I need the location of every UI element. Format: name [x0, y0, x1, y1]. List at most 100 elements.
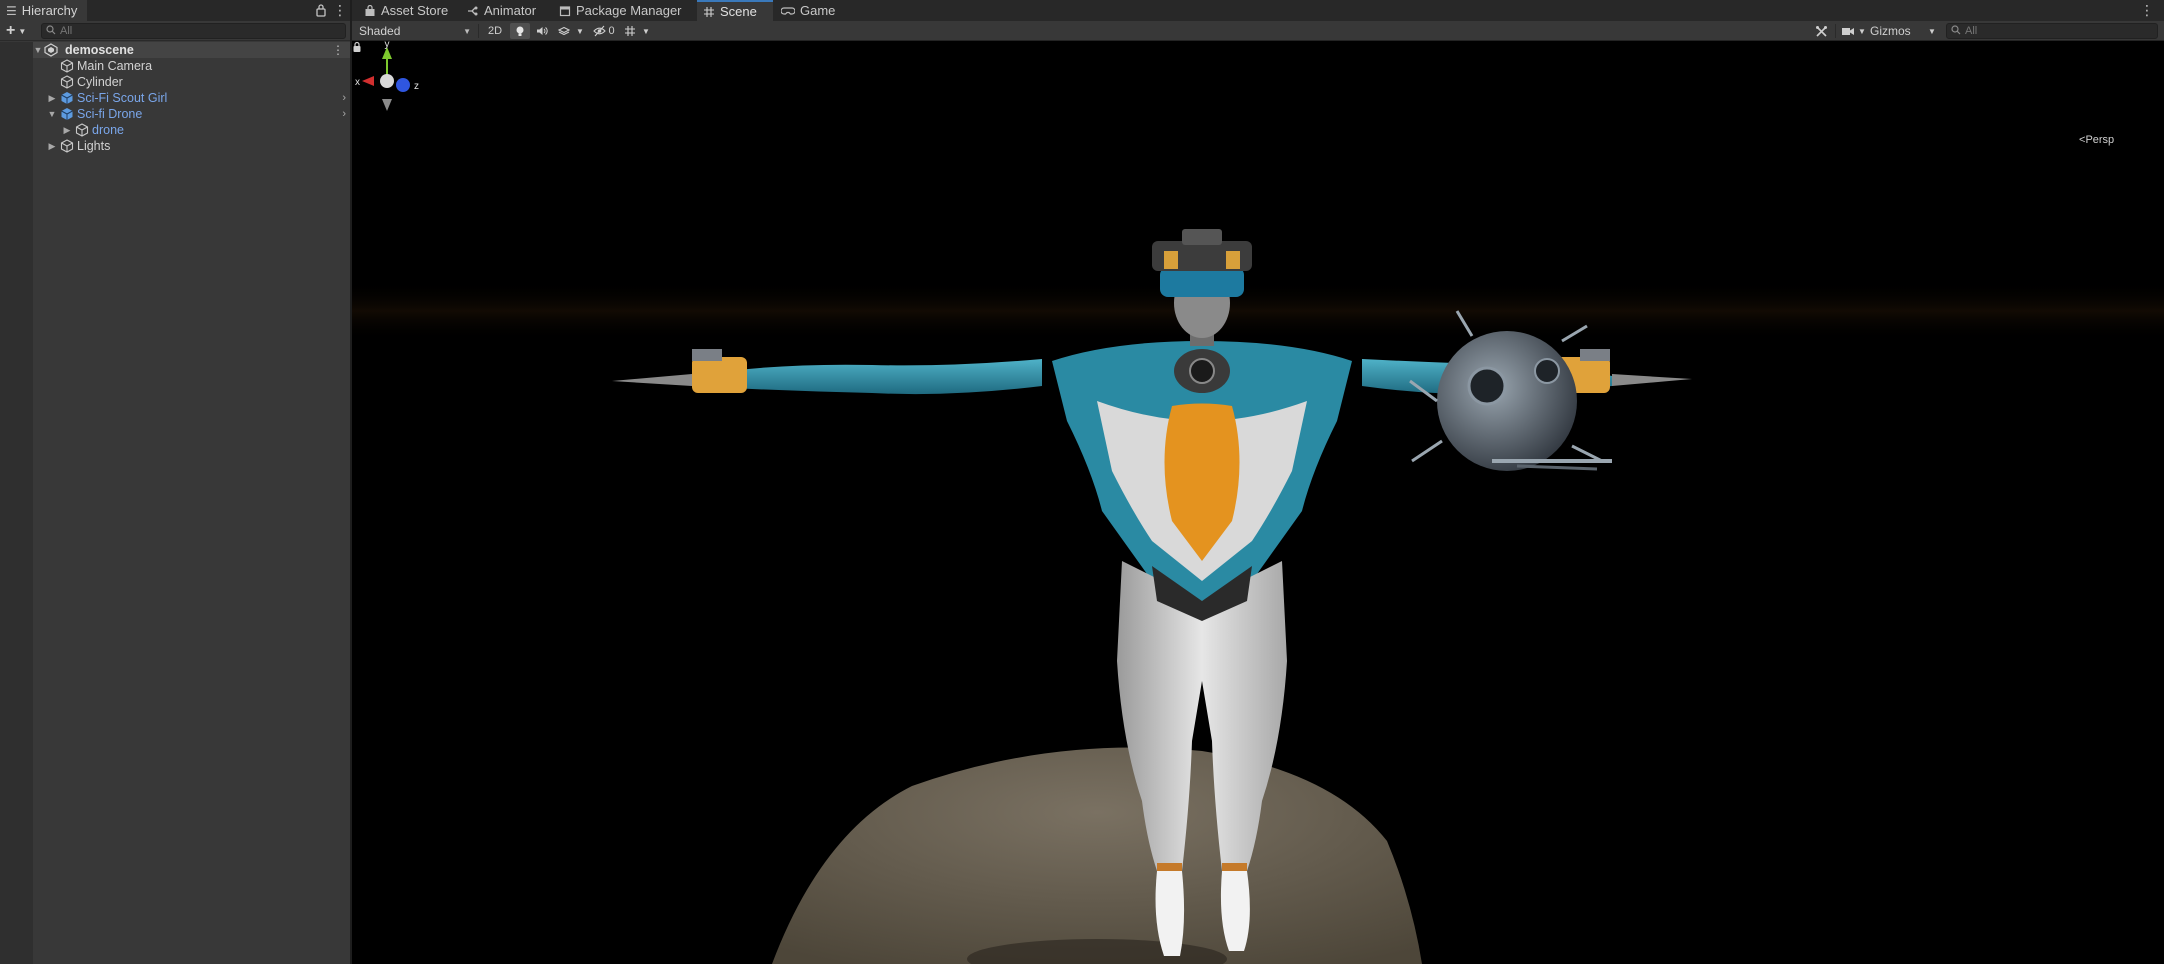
- prefab-cube-icon: [61, 92, 73, 104]
- fold-right-icon[interactable]: ▶: [47, 141, 57, 152]
- tab-scene[interactable]: Scene: [697, 0, 773, 21]
- tools-toggle-button[interactable]: [1812, 23, 1830, 39]
- fold-down-icon[interactable]: ▼: [47, 109, 57, 119]
- hierarchy-tree: ▼ demoscene ⋮ Main Camera Cylinder ▶ Sci…: [33, 42, 350, 964]
- audio-toggle-button[interactable]: [532, 23, 552, 39]
- horizon-haze: [352, 281, 2164, 341]
- hidden-objects-toggle-button[interactable]: 0: [589, 23, 619, 39]
- speaker-icon: [537, 27, 548, 35]
- scene-name: demoscene: [65, 43, 134, 57]
- grid-toggle-button[interactable]: [622, 23, 638, 39]
- gameobject-cube-icon: [60, 59, 74, 73]
- shopping-bag-icon: [365, 4, 375, 16]
- hierarchy-item-main-camera[interactable]: Main Camera: [33, 58, 350, 74]
- list-icon: ☰: [6, 3, 17, 18]
- lock-icon[interactable]: [316, 3, 326, 17]
- tab-label: Package Manager: [576, 3, 682, 18]
- fold-down-icon[interactable]: ▼: [33, 45, 43, 55]
- hierarchy-search-field[interactable]: All: [41, 23, 346, 39]
- tab-label: Asset Store: [381, 3, 449, 18]
- hierarchy-item-label: Cylinder: [77, 75, 123, 89]
- axis-z-cone[interactable]: [396, 78, 410, 92]
- hierarchy-item-cylinder[interactable]: Cylinder: [33, 74, 350, 90]
- tab-label: Animator: [484, 3, 537, 18]
- fold-right-icon[interactable]: ▶: [62, 125, 72, 136]
- lighting-toggle-button[interactable]: [510, 23, 530, 39]
- axis-x-cone[interactable]: [362, 76, 374, 86]
- scene-panel: Asset Store Animator Package Manager Sce…: [352, 0, 2164, 964]
- caret-down-icon: ▼: [463, 26, 471, 36]
- tab-animator[interactable]: Animator: [461, 0, 542, 21]
- hierarchy-item-label: Lights: [77, 139, 111, 153]
- axis-center-cube[interactable]: [380, 74, 394, 88]
- caret-down-icon: ▼: [1928, 26, 1936, 36]
- tab-label: Scene: [720, 4, 757, 19]
- toggle-2d-label: 2D: [487, 25, 503, 37]
- gameobject-cube-icon: [60, 75, 74, 89]
- fold-right-icon[interactable]: ▶: [47, 93, 57, 104]
- scene-kebab-icon[interactable]: ⋮: [332, 43, 344, 57]
- hierarchy-item-label: Sci-Fi Scout Girl: [77, 91, 168, 105]
- eye-slash-icon: [593, 25, 607, 37]
- tab-asset-store[interactable]: Asset Store: [358, 0, 454, 21]
- gameobject-cube-icon: [75, 123, 89, 137]
- package-icon: [559, 5, 571, 16]
- hidden-objects-count: 0: [608, 25, 615, 37]
- tab-bar-kebab-icon[interactable]: ⋮: [2140, 2, 2154, 19]
- search-icon: [46, 24, 56, 38]
- effects-dropdown-button[interactable]: ▼: [574, 23, 586, 39]
- cylinder-floor: [772, 747, 1422, 964]
- open-prefab-chevron-icon[interactable]: ›: [342, 92, 346, 104]
- scene-orientation-gizmo[interactable]: y x z: [352, 41, 422, 116]
- tab-game[interactable]: Game: [775, 0, 841, 21]
- draw-mode-value: Shaded: [359, 24, 401, 38]
- prefab-cube-icon: [61, 108, 73, 120]
- create-dropdown-button[interactable]: + ▼: [6, 23, 34, 39]
- grid-snap-icon: [625, 26, 635, 36]
- hierarchy-tab-bar: ☰ Hierarchy ⋮: [0, 0, 350, 21]
- toggle-2d-button[interactable]: 2D: [483, 23, 507, 39]
- hierarchy-tab[interactable]: ☰ Hierarchy: [0, 0, 88, 21]
- caret-down-icon: ▼: [576, 26, 584, 36]
- animator-icon: [468, 6, 478, 15]
- hierarchy-item-label: Main Camera: [77, 59, 153, 73]
- scene-camera-dropdown[interactable]: ▼: [1857, 23, 1867, 39]
- gamepad-icon: [781, 6, 795, 15]
- hierarchy-toolbar: + ▼ All: [0, 21, 350, 41]
- draw-mode-dropdown[interactable]: Shaded ▼: [355, 23, 475, 39]
- search-icon: [1951, 24, 1961, 38]
- hierarchy-item-drone[interactable]: ▶ drone: [33, 122, 350, 138]
- open-prefab-chevron-icon[interactable]: ›: [342, 108, 346, 120]
- effects-toggle-button[interactable]: [554, 23, 574, 39]
- unity-scene-icon: [44, 43, 58, 57]
- editor-tab-bar: Asset Store Animator Package Manager Sce…: [352, 0, 2164, 21]
- gizmos-button[interactable]: Gizmos: [1870, 23, 1916, 39]
- tab-package-manager[interactable]: Package Manager: [553, 0, 688, 21]
- lightbulb-icon: [516, 26, 524, 36]
- tab-label: Game: [800, 3, 836, 18]
- tools-crossed-icon: [1815, 25, 1827, 37]
- gizmos-dropdown-button[interactable]: ▼: [1926, 23, 1938, 39]
- layers-effects-icon: [558, 26, 570, 36]
- hierarchy-panel: ☰ Hierarchy ⋮ + ▼ All ▼ demoscene ⋮ Main…: [0, 0, 352, 964]
- axis-z-label: z: [414, 81, 419, 92]
- scene-search-field[interactable]: All: [1946, 23, 2158, 39]
- hierarchy-menu-kebab-icon[interactable]: ⋮: [333, 2, 347, 18]
- hierarchy-gutter: [0, 42, 33, 964]
- hierarchy-item-label: Sci-fi Drone: [77, 107, 143, 121]
- gizmo-lock-icon[interactable]: [352, 41, 362, 53]
- grid-dropdown-button[interactable]: ▼: [640, 23, 652, 39]
- scene-search-placeholder: All: [1965, 25, 1978, 37]
- scene-viewport[interactable]: y x z <Persp: [352, 41, 2164, 964]
- scene-camera-button[interactable]: [1840, 23, 1856, 39]
- hierarchy-item-sci-fi-drone[interactable]: ▼ Sci-fi Drone ›: [33, 106, 350, 122]
- scene-toolbar: Shaded ▼ 2D ▼ 0 ▼ ▼ Gizmos ▼ All: [352, 21, 2164, 41]
- scene-row[interactable]: ▼ demoscene ⋮: [33, 42, 350, 58]
- gameobject-cube-icon: [60, 139, 74, 153]
- hierarchy-item-sci-fi-scout-girl[interactable]: ▶ Sci-Fi Scout Girl ›: [33, 90, 350, 106]
- axis-y-label: y: [385, 41, 390, 50]
- gizmos-label: Gizmos: [1870, 24, 1911, 38]
- axis-neg-y-cone[interactable]: [382, 99, 392, 111]
- projection-toggle[interactable]: <Persp: [2079, 134, 2114, 146]
- hierarchy-item-lights[interactable]: ▶ Lights: [33, 138, 350, 154]
